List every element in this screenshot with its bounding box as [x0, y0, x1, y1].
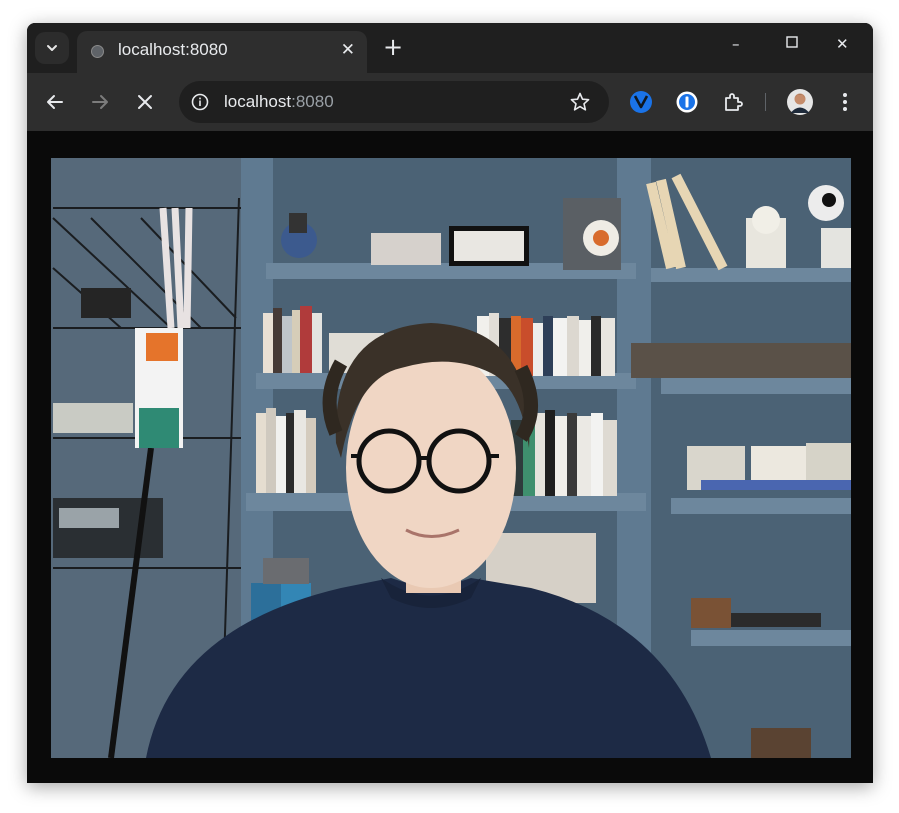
vpn-extension-icon[interactable] — [629, 90, 653, 114]
window-close-button[interactable]: ✕ — [836, 35, 849, 53]
avatar[interactable] — [787, 89, 813, 115]
maximize-button[interactable] — [786, 34, 798, 52]
chevron-down-icon — [47, 45, 57, 51]
address-bar[interactable]: localhost:8080 — [179, 81, 609, 123]
tab-localhost[interactable]: localhost:8080 ✕ — [77, 31, 367, 73]
browser-window: localhost:8080 ✕ + – ✕ localhost:8080 — [27, 23, 873, 783]
info-icon[interactable] — [191, 93, 209, 111]
close-icon — [138, 95, 152, 109]
page-content — [27, 131, 873, 783]
globe-icon — [91, 45, 104, 58]
stop-loading-button[interactable] — [132, 89, 158, 115]
star-icon[interactable] — [569, 91, 591, 113]
minimize-button[interactable]: – — [732, 35, 740, 53]
arrow-left-icon — [47, 95, 63, 109]
forward-button[interactable] — [87, 89, 113, 115]
toolbar-separator — [765, 93, 766, 111]
arrow-right-icon — [92, 95, 108, 109]
maximize-icon — [786, 36, 798, 48]
url-text[interactable]: localhost:8080 — [224, 92, 334, 112]
tab-search-button[interactable] — [35, 32, 69, 64]
toolbar: localhost:8080 — [27, 73, 873, 131]
tab-close-button[interactable]: ✕ — [341, 40, 355, 60]
url-port: :8080 — [291, 92, 334, 111]
tab-title: localhost:8080 — [118, 40, 228, 59]
webcam-frame-illustration — [51, 158, 851, 758]
new-tab-button[interactable]: + — [379, 33, 407, 61]
tab-strip: localhost:8080 ✕ + – ✕ — [27, 23, 873, 73]
url-host: localhost — [224, 92, 292, 111]
puzzle-icon[interactable] — [721, 90, 745, 114]
back-button[interactable] — [42, 89, 68, 115]
kebab-menu-icon[interactable] — [833, 90, 857, 114]
webcam-video[interactable] — [51, 158, 851, 758]
password-manager-icon[interactable] — [675, 90, 699, 114]
